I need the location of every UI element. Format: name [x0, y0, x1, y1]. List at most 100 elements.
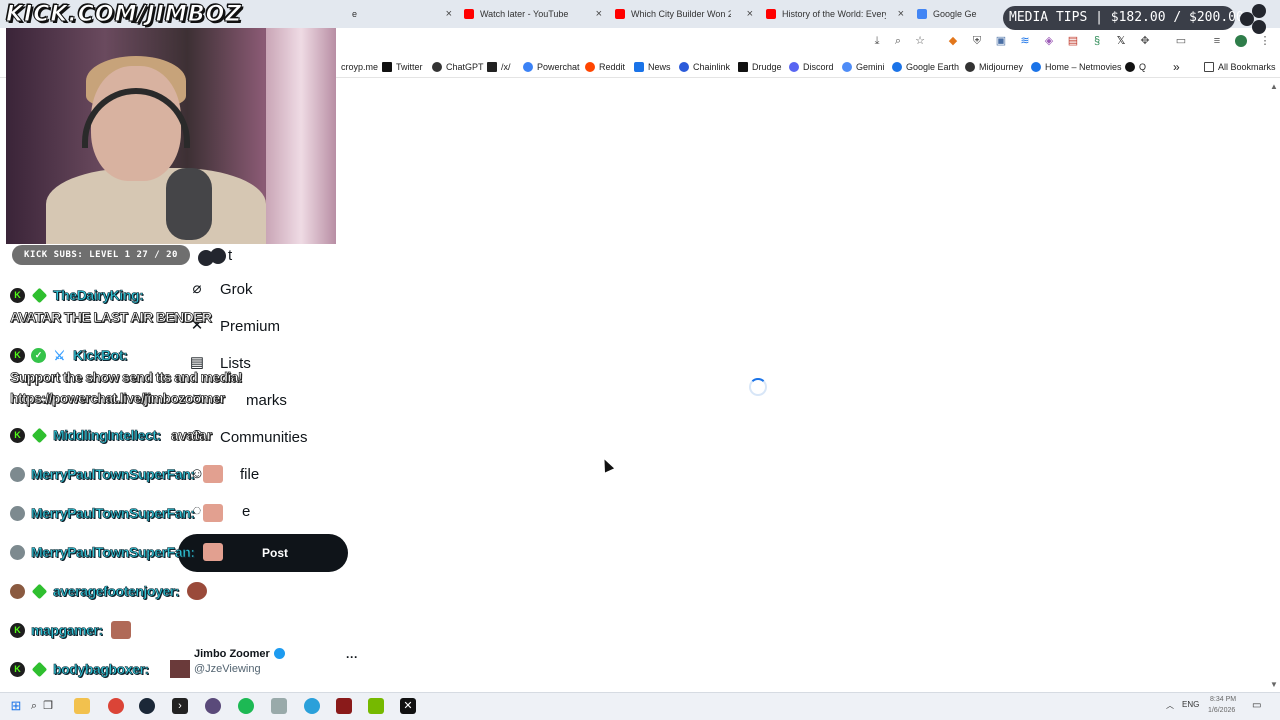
extension-icon[interactable]: §: [1091, 35, 1103, 47]
shield-icon[interactable]: ⛨: [971, 35, 983, 47]
bookmark-croyp[interactable]: croyp.me: [341, 61, 378, 73]
face-emote: [110, 621, 131, 639]
chat-username: bodybagboxer:: [53, 661, 150, 678]
chat-message: avatar: [170, 427, 213, 444]
more-options-icon[interactable]: ···: [346, 650, 358, 664]
sword-badge-icon: ⚔: [53, 347, 66, 363]
tab-close-icon[interactable]: ×: [747, 8, 753, 20]
tab-2[interactable]: Which City Builder Won 2025 ×: [615, 4, 753, 24]
youtube-icon: [615, 9, 625, 19]
bookmark-label: Drudge: [752, 62, 782, 72]
app-icon[interactable]: [271, 698, 287, 714]
bookmark-all[interactable]: All Bookmarks: [1204, 61, 1276, 73]
language-indicator[interactable]: ENG: [1182, 700, 1199, 709]
puzzle-icon[interactable]: ✥: [1139, 35, 1151, 47]
telegram-icon[interactable]: [304, 698, 320, 714]
clock-date[interactable]: 1/6/2026: [1208, 707, 1235, 714]
folder-icon: [1204, 62, 1214, 72]
x-logo-icon[interactable]: 𝕏: [1115, 35, 1127, 47]
nav-label: Premium: [220, 317, 281, 335]
bookmark-q[interactable]: Q: [1125, 61, 1146, 73]
kick-badge-icon: K: [10, 347, 25, 363]
windows-taskbar: [0, 692, 1280, 720]
bookmark-label: Gemini: [856, 62, 885, 72]
bookmark-drudge[interactable]: Drudge: [738, 61, 782, 73]
kick-badge-icon: K: [10, 427, 25, 443]
bookmark-reddit[interactable]: Reddit: [585, 61, 625, 73]
tab-0[interactable]: e ×: [340, 4, 452, 24]
bookmark-gemini[interactable]: Gemini: [842, 61, 885, 73]
bookmark-label: News: [648, 62, 671, 72]
tray-chevron-icon[interactable]: ︿: [1166, 700, 1174, 711]
extension-icon[interactable]: ▣: [995, 35, 1007, 47]
tab-close-icon[interactable]: ×: [596, 8, 602, 20]
bookmark-twitter[interactable]: Twitter: [382, 61, 423, 73]
windows-start-icon[interactable]: ⊞: [8, 698, 24, 714]
zoom-icon[interactable]: ⌕: [892, 35, 904, 47]
star-icon[interactable]: ☆: [914, 35, 926, 47]
bookmark-chatgpt[interactable]: ChatGPT: [432, 61, 484, 73]
bookmark-netmovies[interactable]: Home – Netmovies: [1031, 61, 1122, 73]
file-explorer-icon[interactable]: [74, 698, 90, 714]
capcut-icon[interactable]: ✕: [400, 698, 416, 714]
scroll-up-icon[interactable]: ▲: [1270, 82, 1278, 91]
webcam-curtain: [266, 28, 336, 244]
spotify-icon[interactable]: [238, 698, 254, 714]
notification-icon[interactable]: ▭: [1252, 700, 1261, 711]
reddit-icon: [585, 62, 595, 72]
bookmark-label: Powerchat: [537, 62, 580, 72]
install-icon[interactable]: ⤓: [871, 35, 883, 47]
verified-badge-icon: ✓: [31, 347, 46, 363]
bookmark-powerchat[interactable]: Powerchat: [523, 61, 580, 73]
extension-icon[interactable]: ◈: [1043, 35, 1055, 47]
account-switcher[interactable]: Jimbo Zoomer @JzeViewing ···: [170, 646, 360, 686]
bookmark-x-board[interactable]: /x/: [487, 61, 511, 73]
menu-lines-icon[interactable]: ≡: [1211, 35, 1223, 47]
gift-badge-icon: [31, 583, 48, 599]
nav-item-grok[interactable]: ⌀ Grok: [188, 280, 252, 298]
bookmark-label: All Bookmarks: [1218, 62, 1276, 72]
extension-icon[interactable]: ▤: [1067, 35, 1079, 47]
extension-icon[interactable]: ≋: [1019, 35, 1031, 47]
loading-spinner-icon: [749, 378, 767, 396]
discord-icon: [789, 62, 799, 72]
clock-time[interactable]: 8:34 PM: [1210, 696, 1236, 703]
scroll-down-icon[interactable]: ▼: [1270, 680, 1278, 689]
task-view-icon[interactable]: ❐: [40, 698, 56, 714]
chevron-right-icon[interactable]: »: [1173, 60, 1180, 74]
terminal-icon[interactable]: ›: [172, 698, 188, 714]
bookmark-chainlink[interactable]: Chainlink: [679, 61, 730, 73]
midjourney-icon: [965, 62, 975, 72]
nvidia-icon[interactable]: [368, 698, 384, 714]
bookmark-discord[interactable]: Discord: [789, 61, 834, 73]
tab-close-icon[interactable]: ×: [446, 8, 452, 20]
tab-close-icon[interactable]: ×: [898, 8, 904, 20]
avatar[interactable]: [1235, 35, 1247, 47]
kebab-menu-icon[interactable]: ⋮: [1259, 35, 1271, 47]
grid-icon: [487, 62, 497, 72]
chrome-icon[interactable]: [108, 698, 124, 714]
bookmark-news[interactable]: News: [634, 61, 671, 73]
nav-label: file: [240, 465, 260, 483]
subs-logo-icon: [198, 248, 244, 268]
bookmark-google-earth[interactable]: Google Earth: [892, 61, 959, 73]
logo-dot: [1252, 4, 1266, 18]
bookmark-midjourney[interactable]: Midjourney: [965, 61, 1023, 73]
tab-4[interactable]: Google Ge: [917, 4, 997, 24]
bookmark-label: Home – Netmovies: [1045, 62, 1122, 72]
sidepanel-icon[interactable]: ▭: [1175, 35, 1187, 47]
chat-row: MerryPaulTownSuperFan:: [10, 464, 223, 484]
chat-message: https://powerchat.live/jimbozoomer: [10, 390, 226, 407]
obs-icon[interactable]: [205, 698, 221, 714]
media-tips-counter: MEDIA TIPS | $182.00 / $200.00: [1003, 6, 1244, 30]
drudge-icon: [738, 62, 748, 72]
steam-icon[interactable]: [139, 698, 155, 714]
chat-row: K TheDairyKing:: [10, 285, 144, 305]
tab-1[interactable]: Watch later - YouTube ×: [464, 4, 602, 24]
tab-3[interactable]: History of the World: Every Y ×: [766, 4, 904, 24]
app-red-icon[interactable]: [336, 698, 352, 714]
chat-username: TheDairyKing:: [53, 287, 144, 304]
metamask-icon[interactable]: ◆: [947, 35, 959, 47]
page-scrollbar[interactable]: ▲ ▼: [1268, 78, 1280, 692]
bookmark-label: Discord: [803, 62, 834, 72]
